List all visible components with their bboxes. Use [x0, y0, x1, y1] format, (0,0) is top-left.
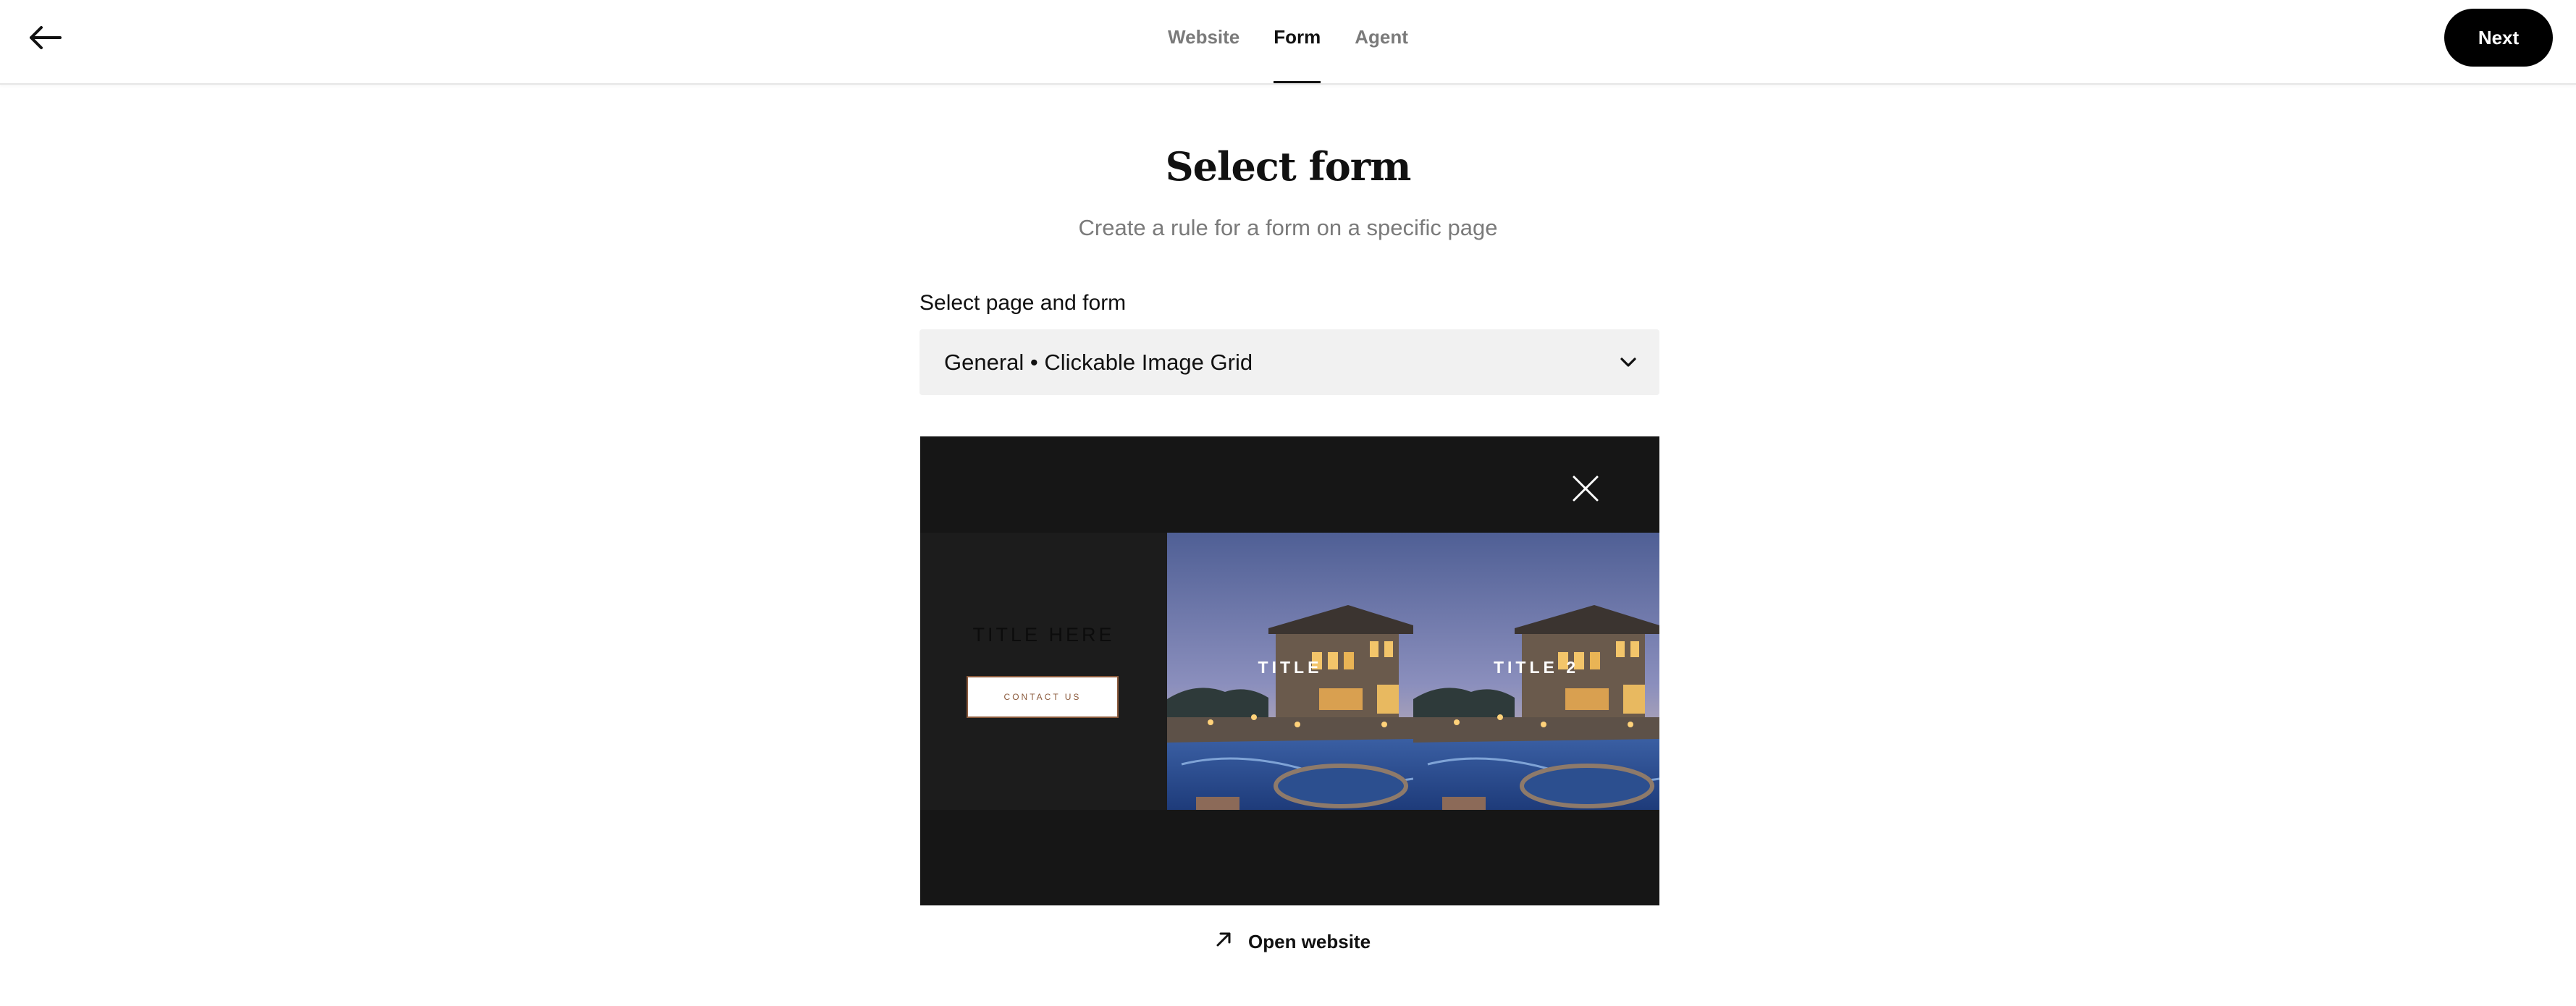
form-preview: TITLE HERE CONTACT US TITLE TITLE 2 [920, 436, 1659, 905]
clickable-image-grid: TITLE HERE CONTACT US TITLE TITLE 2 [920, 533, 1659, 810]
page-subtitle: Create a rule for a form on a specific p… [1078, 215, 1498, 240]
select-value: General • Clickable Image Grid [944, 349, 1253, 375]
page-title: Select form [1165, 143, 1412, 190]
contact-us-button[interactable]: CONTACT US [967, 676, 1119, 718]
open-website-label: Open website [1248, 931, 1371, 952]
grid-title: TITLE HERE [972, 624, 1115, 646]
grid-image-cell[interactable]: TITLE 2 [1413, 533, 1659, 810]
top-bar: Website Form Agent Next [0, 0, 2576, 85]
page-form-select[interactable]: General • Clickable Image Grid [919, 329, 1659, 395]
tab-website[interactable]: Website [1168, 0, 1239, 83]
back-button[interactable] [26, 20, 64, 58]
grid-image-title: TITLE 2 [1493, 658, 1580, 677]
grid-text-cell: TITLE HERE CONTACT US [920, 533, 1167, 810]
select-page-form-label: Select page and form [919, 291, 1127, 315]
close-icon[interactable] [1568, 471, 1603, 506]
tab-form[interactable]: Form [1274, 0, 1321, 83]
arrow-up-right-icon [1215, 931, 1232, 953]
chevron-down-icon [1617, 351, 1639, 373]
arrow-left-icon [28, 25, 62, 54]
tab-agent[interactable]: Agent [1355, 0, 1408, 83]
tab-bar: Website Form Agent [0, 0, 2576, 83]
grid-image-title: TITLE [1258, 658, 1323, 677]
open-website-link[interactable]: Open website [1215, 931, 1371, 953]
grid-image-cell[interactable]: TITLE [1167, 533, 1413, 810]
next-button[interactable]: Next [2444, 9, 2553, 67]
